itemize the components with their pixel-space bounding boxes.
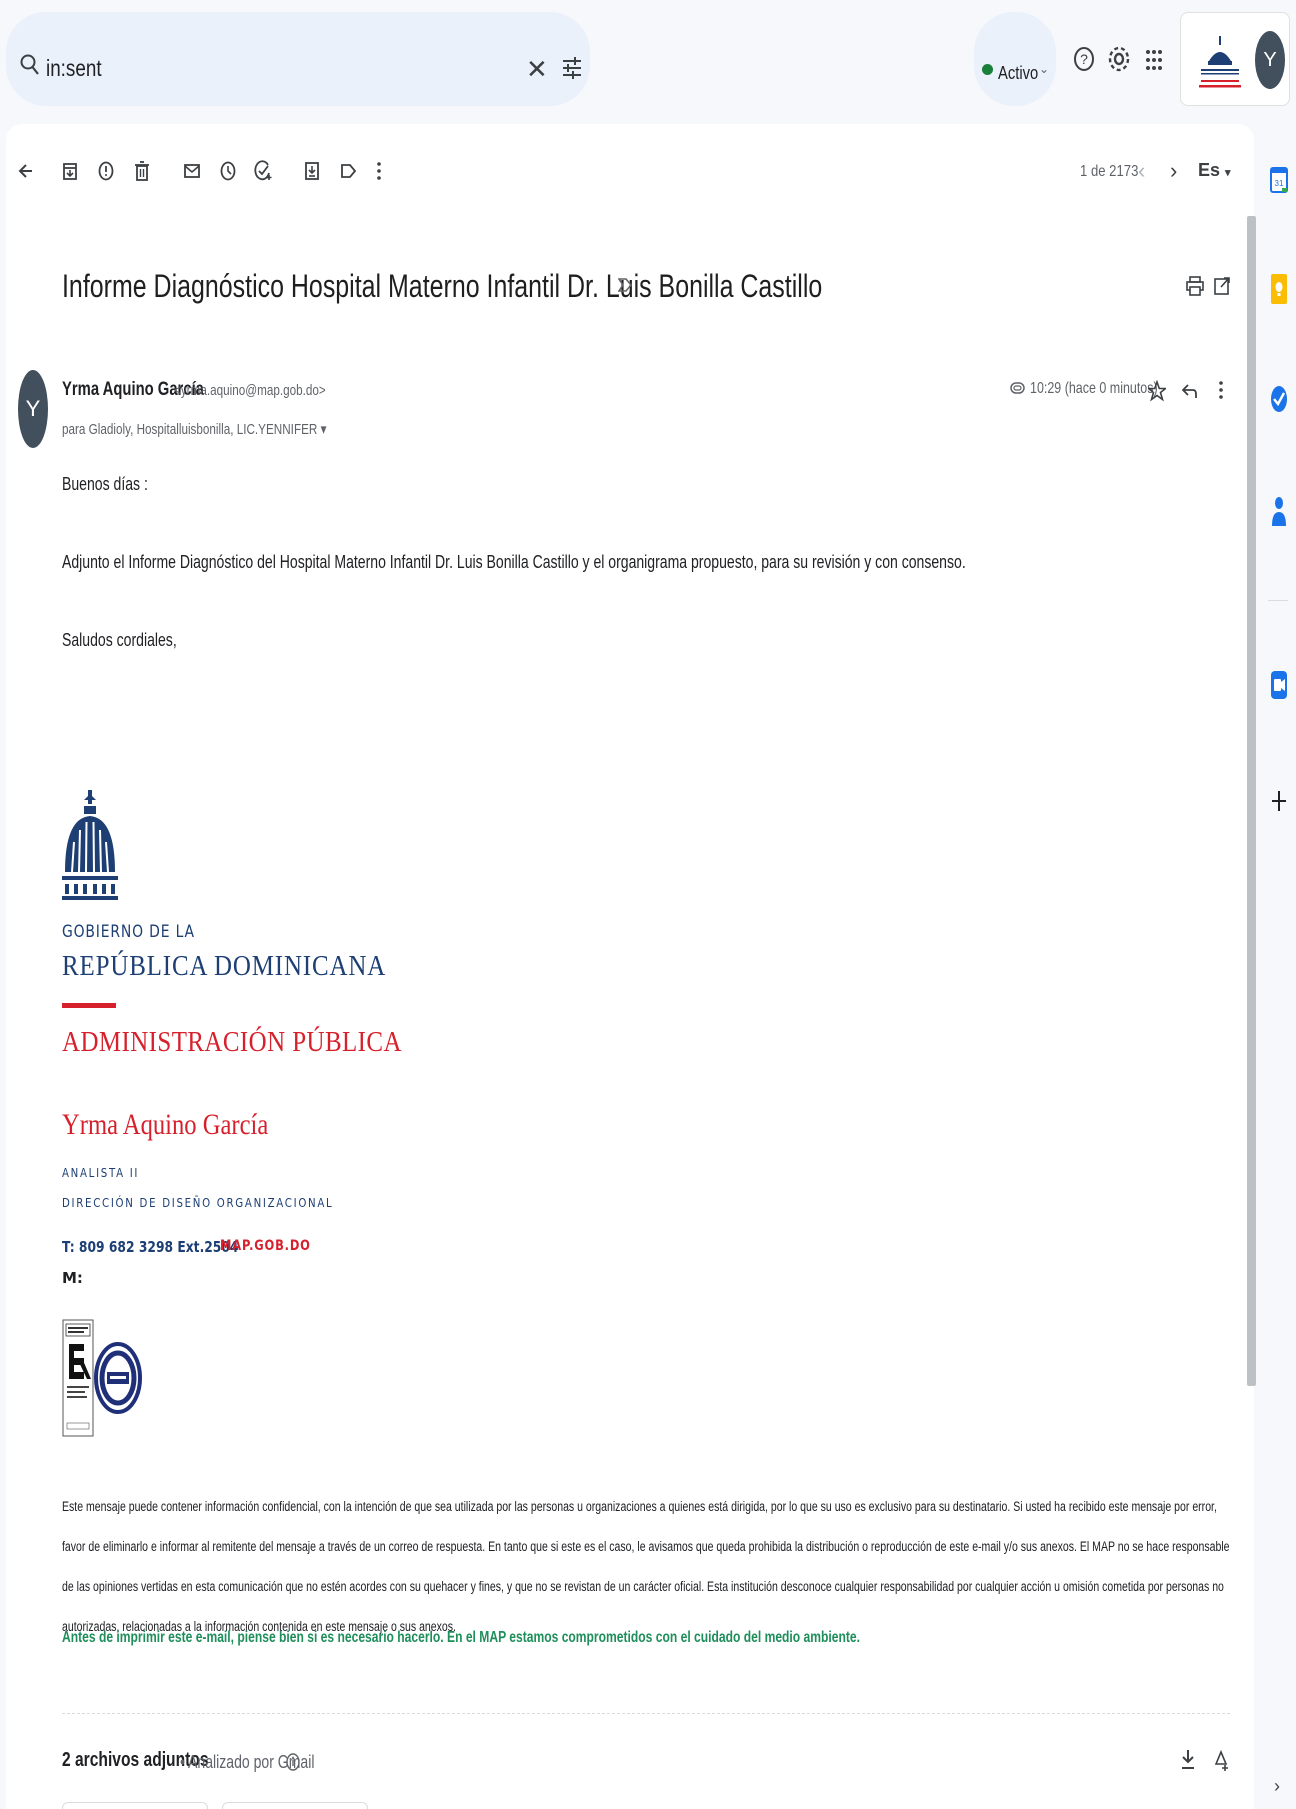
chevron-left-icon[interactable]: ‹: [1138, 158, 1145, 184]
back-arrow-icon[interactable]: [18, 160, 34, 187]
input-tools-button[interactable]: Es ▾: [1198, 160, 1231, 181]
more-vert-icon[interactable]: [376, 160, 382, 187]
eco-note: Antes de imprimir este e-mail, piense bi…: [62, 1629, 860, 1646]
mark-unread-icon[interactable]: [184, 160, 200, 187]
recipients-dropdown[interactable]: para Gladioly, Hospitalluisbonilla, LIC.…: [62, 420, 326, 438]
print-icon[interactable]: [1186, 275, 1204, 302]
clear-search-icon[interactable]: ✕: [526, 56, 548, 82]
apps-grid-icon[interactable]: [1145, 49, 1163, 76]
account-switcher[interactable]: Y: [1180, 12, 1290, 106]
attachments-divider: [62, 1713, 1230, 1714]
delete-icon[interactable]: [134, 160, 150, 187]
organization-logo: [1191, 31, 1249, 96]
signature-department: DIRECCIÓN DE DISEÑO ORGANIZACIONAL: [62, 1196, 334, 1210]
reply-icon[interactable]: [1181, 381, 1198, 406]
attachment-thumbnail[interactable]: [222, 1802, 368, 1809]
gov-logo-line2: REPÚBLICA DOMINICANA: [62, 950, 387, 982]
sender-email: <yrma.aquino@map.gob.do>: [174, 382, 326, 399]
scrollbar[interactable]: [1247, 216, 1256, 1386]
certification-logos: [62, 1318, 142, 1443]
help-icon[interactable]: ?: [1073, 46, 1095, 77]
search-icon[interactable]: [20, 54, 40, 81]
email-greeting: Buenos días :: [62, 474, 148, 494]
account-avatar[interactable]: Y: [1255, 31, 1285, 89]
meet-icon[interactable]: [1270, 668, 1288, 707]
red-divider: [62, 1003, 116, 1008]
chevron-right-icon[interactable]: ›: [1170, 158, 1177, 184]
importance-marker-icon[interactable]: [617, 275, 633, 300]
email-subject: Informe Diagnóstico Hospital Materno Inf…: [62, 268, 823, 304]
gov-logo-line3: ADMINISTRACIÓN PÚBLICA: [62, 1026, 402, 1058]
pager-count: 1 de 2173: [1080, 163, 1139, 180]
chevron-right-icon[interactable]: ›: [1274, 1776, 1280, 1797]
status-selector[interactable]: Activo ⌄: [974, 12, 1056, 106]
signature-role: ANALISTA II: [62, 1166, 140, 1180]
search-options-icon[interactable]: [562, 56, 582, 85]
attachment-thumbnail[interactable]: [62, 1802, 208, 1809]
chevron-down-icon: ▾: [1225, 167, 1231, 179]
gov-logo-line1: GOBIERNO DE LA: [62, 922, 195, 942]
add-icon[interactable]: [1270, 788, 1288, 819]
archive-icon[interactable]: [62, 160, 78, 187]
gear-icon[interactable]: [1107, 44, 1131, 79]
download-all-icon[interactable]: [1180, 1748, 1196, 1777]
email-closing: Saludos cordiales,: [62, 630, 177, 650]
svg-text:?: ?: [1080, 51, 1088, 67]
add-task-icon[interactable]: [254, 160, 272, 187]
star-icon[interactable]: [1146, 379, 1168, 407]
confidentiality-disclaimer: Este mensaje puede contener información …: [62, 1499, 1230, 1634]
add-to-drive-icon[interactable]: [1212, 1748, 1230, 1777]
keep-icon[interactable]: [1270, 272, 1288, 313]
search-input[interactable]: in:sent: [46, 55, 102, 82]
government-logo: [60, 788, 120, 911]
more-vert-icon[interactable]: [1218, 379, 1224, 406]
tasks-icon[interactable]: [1270, 384, 1288, 419]
signature-name: Yrma Aquino García: [62, 1108, 269, 1141]
active-status-dot: [982, 64, 993, 75]
sender-avatar[interactable]: Y: [18, 370, 48, 448]
signature-website-link[interactable]: MAP.GOB.DO: [220, 1238, 311, 1254]
message-timestamp: 10:29 (hace 0 minutos): [1030, 380, 1158, 397]
side-panel-divider: [1268, 600, 1288, 601]
contacts-icon[interactable]: [1270, 494, 1288, 535]
input-tools-label: Es: [1198, 160, 1221, 180]
info-icon[interactable]: [286, 1752, 300, 1777]
signature-mobile: M:: [62, 1269, 83, 1287]
signature-phone: T: 809 682 3298 Ext.2504: [62, 1238, 239, 1256]
label-icon[interactable]: [340, 160, 357, 187]
calendar-icon[interactable]: 31: [1270, 166, 1288, 199]
open-in-new-window-icon[interactable]: [1214, 275, 1230, 302]
report-spam-icon[interactable]: [98, 160, 114, 187]
move-to-icon[interactable]: [304, 160, 320, 187]
status-label: Activo: [998, 63, 1039, 83]
search-bar[interactable]: in:sent ✕: [6, 12, 590, 106]
chevron-down-icon: ⌄: [1039, 62, 1050, 76]
email-body-text: Adjunto el Informe Diagnóstico del Hospi…: [62, 552, 966, 572]
snooze-icon[interactable]: [220, 160, 236, 187]
attachment-icon: [1010, 380, 1026, 401]
svg-text:31: 31: [1275, 179, 1284, 188]
